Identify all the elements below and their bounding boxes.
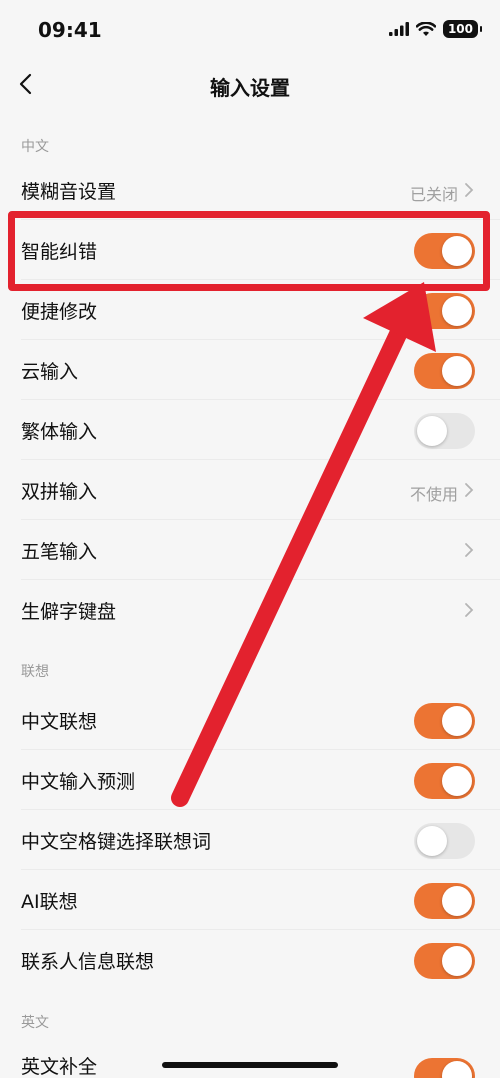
- toggle-knob: [442, 296, 472, 326]
- chevron-right-icon: [465, 483, 474, 497]
- chevron-right-icon: [465, 183, 474, 197]
- row-contact-association: 联系人信息联想: [0, 930, 500, 990]
- toggle-chinese-association[interactable]: [414, 703, 475, 739]
- toggle-knob: [442, 886, 472, 916]
- row-label: 生僻字键盘: [21, 601, 117, 623]
- row-traditional-input: 繁体输入: [0, 400, 500, 460]
- status-time: 09:41: [38, 18, 102, 42]
- row-label: 云输入: [21, 361, 79, 383]
- settings-screen: 09:41 100 输入设置 中文 模糊音设置 已关闭 智能纠错 便捷修改 云输…: [0, 0, 500, 1078]
- section-header-chinese: 中文: [21, 139, 49, 155]
- row-label: 中文空格键选择联想词: [21, 831, 212, 853]
- chevron-right-icon: [465, 603, 474, 617]
- row-label: 五笔输入: [21, 541, 98, 563]
- row-space-association: 中文空格键选择联想词: [0, 810, 500, 870]
- row-chinese-association: 中文联想: [0, 690, 500, 750]
- nav-bar: 输入设置: [0, 58, 500, 114]
- signal-icon: [388, 22, 409, 36]
- row-value: 已关闭: [409, 185, 458, 204]
- row-ai-association: AI联想: [0, 870, 500, 930]
- row-rare-char-keyboard[interactable]: 生僻字键盘: [0, 580, 500, 640]
- toggle-knob: [417, 416, 447, 446]
- row-label: 模糊音设置: [21, 181, 117, 203]
- chevron-right-icon: [465, 543, 474, 557]
- row-label: 英文补全: [21, 1056, 98, 1078]
- row-label: 联系人信息联想: [21, 951, 155, 973]
- battery-icon: 100: [442, 20, 483, 38]
- toggle-traditional-input[interactable]: [414, 413, 475, 449]
- toggle-knob: [417, 826, 447, 856]
- row-label: 中文输入预测: [21, 771, 136, 793]
- toggle-knob: [442, 1061, 472, 1078]
- row-label: 便捷修改: [21, 301, 98, 323]
- row-label: 双拼输入: [21, 481, 98, 503]
- toggle-knob: [442, 766, 472, 796]
- toggle-quick-edit[interactable]: [414, 293, 475, 329]
- row-chinese-prediction: 中文输入预测: [0, 750, 500, 810]
- row-label: 繁体输入: [21, 421, 98, 443]
- toggle-space-association[interactable]: [414, 823, 475, 859]
- toggle-ai-association[interactable]: [414, 883, 475, 919]
- row-shuangpin[interactable]: 双拼输入 不使用: [0, 460, 500, 520]
- row-value: 不使用: [409, 485, 458, 504]
- toggle-contact-association[interactable]: [414, 943, 475, 979]
- toggle-english-completion[interactable]: [414, 1058, 475, 1078]
- row-cloud-input: 云输入: [0, 340, 500, 400]
- toggle-chinese-prediction[interactable]: [414, 763, 475, 799]
- toggle-knob: [442, 706, 472, 736]
- toggle-knob: [442, 356, 472, 386]
- toggle-knob: [442, 946, 472, 976]
- section-header-english: 英文: [21, 1015, 49, 1031]
- row-label: AI联想: [21, 891, 78, 913]
- row-wubi[interactable]: 五笔输入: [0, 520, 500, 580]
- wifi-icon: [415, 21, 436, 36]
- home-indicator: [162, 1062, 338, 1068]
- row-label: 中文联想: [21, 711, 98, 733]
- row-english-completion: 英文补全: [0, 1036, 500, 1078]
- section-header-association: 联想: [21, 664, 49, 680]
- status-bar: 09:41 100: [0, 0, 500, 58]
- highlight-box: [8, 211, 490, 291]
- page-title: 输入设置: [210, 76, 290, 100]
- status-icons: 100: [388, 20, 483, 38]
- toggle-cloud-input[interactable]: [414, 353, 475, 389]
